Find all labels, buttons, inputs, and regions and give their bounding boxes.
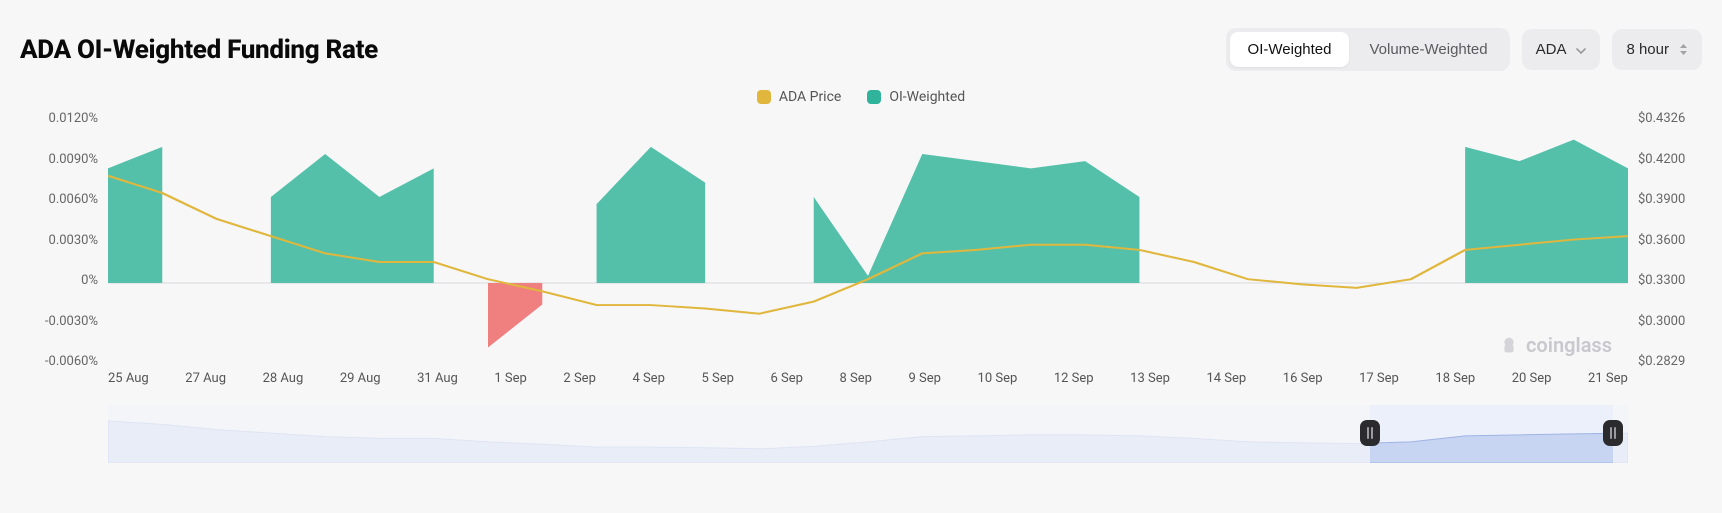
legend-item-price[interactable]: ADA Price [757,89,842,105]
y-right-tick: $0.3300 [1638,273,1702,288]
range-handle-right[interactable] [1603,420,1623,446]
y-right-tick: $0.2829 [1638,354,1702,369]
x-tick: 21 Sep [1588,371,1628,391]
tab-oi-weighted[interactable]: OI-Weighted [1230,32,1350,67]
x-tick: 31 Aug [417,371,458,391]
y-right-tick: $0.3900 [1638,192,1702,207]
range-handle-left[interactable] [1360,420,1380,446]
y-left-tick: 0.0060% [20,192,98,207]
watermark-text: coinglass [1526,333,1612,357]
x-tick: 6 Sep [770,371,802,391]
x-tick: 2 Sep [563,371,595,391]
y-right-tick: $0.4326 [1638,111,1702,126]
y-axis-left: 0.0120% 0.0090% 0.0060% 0.0030% 0% -0.0030% -0… [20,111,98,369]
y-axis-right: $0.4326 $0.4200 $0.3900 $0.3600 $0.3300 $0.30… [1638,111,1702,369]
x-tick: 27 Aug [185,371,226,391]
x-tick: 5 Sep [701,371,733,391]
x-tick: 14 Sep [1206,371,1246,391]
y-left-tick: -0.0030% [20,314,98,329]
x-tick: 4 Sep [632,371,664,391]
coinglass-icon [1498,334,1520,356]
x-tick: 28 Aug [263,371,304,391]
interval-dropdown[interactable]: 8 hour [1612,29,1702,70]
x-tick: 18 Sep [1435,371,1475,391]
y-left-tick: 0.0120% [20,111,98,126]
weighting-toggle: OI-Weighted Volume-Weighted [1226,28,1510,71]
legend-label-oi: OI-Weighted [889,89,965,105]
y-right-tick: $0.3000 [1638,314,1702,329]
sort-icon [1679,43,1688,56]
y-right-tick: $0.3600 [1638,233,1702,248]
x-axis: 25 Aug 27 Aug 28 Aug 29 Aug 31 Aug 1 Sep 2 Sep… [108,371,1628,391]
range-selector[interactable] [20,405,1702,463]
y-left-tick: -0.0060% [20,354,98,369]
main-chart[interactable]: 0.0120% 0.0090% 0.0060% 0.0030% 0% -0.0030% -0… [20,111,1702,391]
tab-volume-weighted[interactable]: Volume-Weighted [1351,32,1505,67]
legend-swatch-oi [867,90,881,104]
x-tick: 8 Sep [839,371,871,391]
legend-label-price: ADA Price [779,89,842,105]
x-tick: 1 Sep [494,371,526,391]
plot-area[interactable] [108,111,1628,369]
chevron-down-icon [1576,41,1586,58]
asset-dropdown[interactable]: ADA [1522,29,1601,70]
x-tick: 13 Sep [1130,371,1170,391]
legend-item-oi[interactable]: OI-Weighted [867,89,965,105]
legend: ADA Price OI-Weighted [0,71,1722,111]
y-left-tick: 0.0030% [20,233,98,248]
chart-svg [108,111,1628,369]
x-tick: 25 Aug [108,371,149,391]
y-left-tick: 0.0090% [20,152,98,167]
x-tick: 17 Sep [1359,371,1399,391]
range-track[interactable] [108,405,1628,463]
x-tick: 20 Sep [1512,371,1552,391]
x-tick: 16 Sep [1283,371,1323,391]
legend-swatch-price [757,90,771,104]
x-tick: 9 Sep [909,371,941,391]
range-dim-left [108,405,1370,463]
page-title: ADA OI-Weighted Funding Rate [20,35,378,65]
asset-selected: ADA [1536,41,1567,58]
controls: OI-Weighted Volume-Weighted ADA 8 hour [1226,28,1702,71]
x-tick: 29 Aug [340,371,381,391]
interval-selected: 8 hour [1626,41,1669,58]
y-left-tick: 0% [20,273,98,288]
watermark: coinglass [1498,333,1612,357]
y-right-tick: $0.4200 [1638,152,1702,167]
x-tick: 12 Sep [1054,371,1094,391]
x-tick: 10 Sep [978,371,1018,391]
